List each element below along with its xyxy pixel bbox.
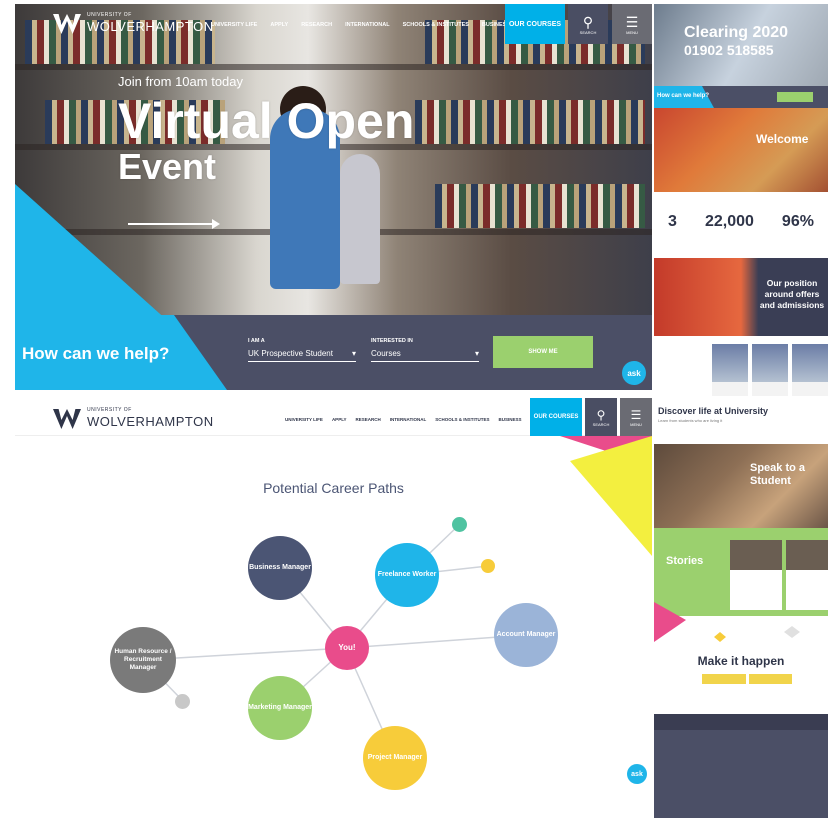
decorative-dot xyxy=(175,694,190,709)
nav-international[interactable]: INTERNATIONAL xyxy=(345,22,390,28)
hero-subtitle: Join from 10am today xyxy=(118,74,244,89)
career-connections xyxy=(142,523,527,759)
i-am-a-label: I AM A xyxy=(248,338,265,344)
news-cards xyxy=(712,344,828,396)
shelf xyxy=(15,64,652,70)
hero-title: Virtual Open Event xyxy=(118,94,518,186)
welcome-section: Welcome xyxy=(654,108,828,192)
help-title: How can we help? xyxy=(22,344,170,363)
homepage-full-screenshot: Clearing 2020 01902 518585 How can we he… xyxy=(654,4,828,818)
logo-small-text: UNIVERSITY OF xyxy=(87,12,132,18)
stat-value: 96% xyxy=(781,213,814,230)
nav-apply[interactable]: APPLY xyxy=(270,22,288,28)
interested-in-value: Courses xyxy=(371,349,401,358)
header: UNIVERSITY OF WOLVERHAMPTON UNIVERSITY L… xyxy=(15,4,652,44)
help-bar: How can we help? I AM A UK Prospective S… xyxy=(15,315,652,390)
search-button[interactable]: ⚲ SEARCH xyxy=(568,4,608,44)
cta-button[interactable] xyxy=(702,674,746,684)
ask-chat-button[interactable]: ask xyxy=(627,764,647,784)
main-nav: UNIVERSITY LIFE APPLY RESEARCH INTERNATI… xyxy=(211,22,510,28)
logo-text: WOLVERHAMPTON xyxy=(87,19,214,34)
career-node-account-manager[interactable]: Account Manager xyxy=(494,603,558,667)
decorative-dot xyxy=(481,559,495,573)
clearing-phone[interactable]: 01902 518585 xyxy=(684,42,774,58)
discover-title: Discover life at University xyxy=(658,406,769,416)
footer-header xyxy=(654,714,828,730)
nav-research[interactable]: RESEARCH xyxy=(301,22,332,28)
interested-in-label: INTERESTED IN xyxy=(371,338,413,344)
cta-buttons xyxy=(702,674,792,684)
footer xyxy=(654,714,828,818)
career-node-project-manager[interactable]: Project Manager xyxy=(363,726,427,790)
i-am-a-select[interactable]: I AM A UK Prospective Student ▾ xyxy=(248,338,356,362)
news-card[interactable] xyxy=(752,344,788,396)
career-node-business-manager[interactable]: Business Manager xyxy=(248,536,312,600)
help-bar: How can we help? xyxy=(654,86,828,108)
stat-value: 3 xyxy=(668,213,677,230)
dropdown-arrow-icon: ▾ xyxy=(351,349,356,358)
position-title: Our position around offers and admission… xyxy=(759,278,825,310)
news-card[interactable] xyxy=(712,344,748,396)
dropdown-arrow-icon: ▾ xyxy=(474,349,479,358)
arrow-right-icon[interactable] xyxy=(128,219,220,229)
search-icon: ⚲ xyxy=(582,13,594,30)
make-it-happen-title: Make it happen xyxy=(697,654,785,668)
show-me-button[interactable]: SHOW ME xyxy=(493,336,593,368)
welcome-title: Welcome xyxy=(756,132,809,146)
bookshelf-image xyxy=(435,184,645,228)
search-label: SEARCH xyxy=(579,29,597,35)
nav-schools[interactable]: SCHOOLS & INSTITUTES xyxy=(403,22,469,28)
hero-title-line2: Event xyxy=(118,146,217,187)
menu-button[interactable]: ☰ MENU xyxy=(612,4,652,44)
clearing-title: Clearing 2020 xyxy=(684,24,789,41)
stat-value: 22,000 xyxy=(704,213,754,230)
ask-chat-button[interactable]: ask xyxy=(622,361,646,385)
stats-row: 3 22,000 96% xyxy=(654,192,828,252)
menu-label: MENU xyxy=(626,29,638,35)
news-card[interactable] xyxy=(792,344,828,396)
logo-icon xyxy=(53,14,81,34)
decorative-shapes xyxy=(654,602,800,642)
speak-to-student-banner: Speak to a Student xyxy=(654,444,828,528)
university-logo[interactable]: UNIVERSITY OF WOLVERHAMPTON xyxy=(53,12,214,36)
story-card[interactable] xyxy=(730,540,782,610)
stories-title: Stories xyxy=(666,555,704,567)
speak-title: Speak to a Student xyxy=(750,462,806,487)
nav-university-life[interactable]: UNIVERSITY LIFE xyxy=(211,22,257,28)
i-am-a-value: UK Prospective Student xyxy=(248,349,333,358)
career-node-freelance-worker[interactable]: Freelance Worker xyxy=(375,543,439,607)
career-node-you[interactable]: You! xyxy=(325,626,369,670)
hero-title-line1: Virtual Open xyxy=(118,93,415,149)
help-title: How can we help? xyxy=(657,93,710,99)
story-card[interactable] xyxy=(786,540,828,610)
decorative-dot xyxy=(452,517,467,532)
hamburger-icon: ☰ xyxy=(625,13,639,30)
our-courses-button[interactable]: OUR COURSES xyxy=(505,4,565,44)
career-screenshot: UNIVERSITY OF WOLVERHAMPTON UNIVERSITY L… xyxy=(15,398,652,814)
discover-subtitle: Learn from students who are living it xyxy=(658,418,723,423)
interested-in-select[interactable]: INTERESTED IN Courses ▾ xyxy=(371,338,479,362)
position-banner: Our position around offers and admission… xyxy=(654,258,828,336)
hero-screenshot: UNIVERSITY OF WOLVERHAMPTON UNIVERSITY L… xyxy=(15,4,652,390)
cta-button[interactable] xyxy=(748,674,792,684)
discover-section: Discover life at University Learn from s… xyxy=(658,406,768,423)
career-node-hr-manager[interactable]: Human Resource / Recruitment Manager xyxy=(110,627,176,693)
show-me-button[interactable] xyxy=(777,92,813,102)
career-node-marketing-manager[interactable]: Marketing Manager xyxy=(248,676,312,740)
